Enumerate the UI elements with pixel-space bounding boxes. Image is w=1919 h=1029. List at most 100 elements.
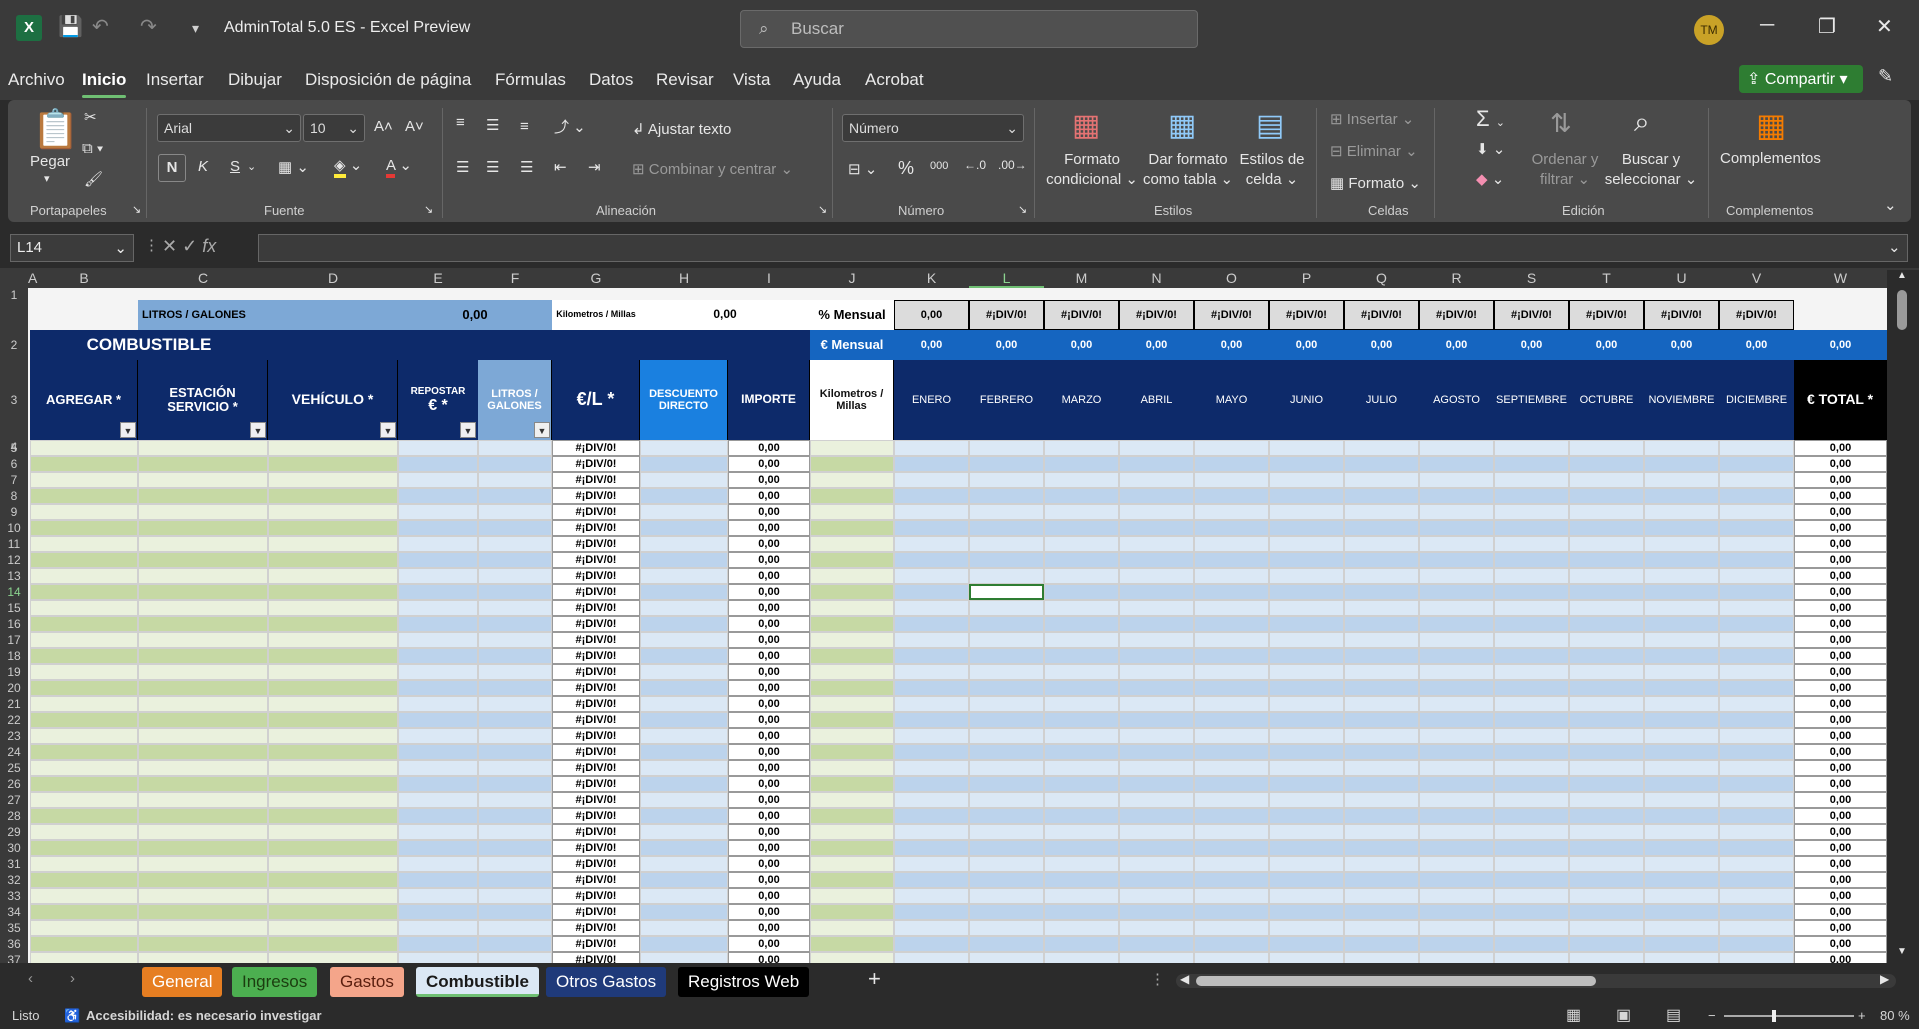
data-cell-month[interactable] — [969, 808, 1044, 824]
data-cell-month[interactable] — [969, 888, 1044, 904]
data-cell-month[interactable] — [1044, 760, 1119, 776]
data-cell-importe[interactable]: 0,00 — [728, 568, 810, 584]
data-cell-repostar[interactable] — [398, 472, 478, 488]
row-header-9[interactable]: 9 — [0, 504, 28, 520]
data-cell-month[interactable] — [1344, 440, 1419, 456]
data-cell-month[interactable] — [1569, 584, 1644, 600]
data-cell-month[interactable] — [894, 936, 969, 952]
data-cell-month[interactable] — [1044, 920, 1119, 936]
data-cell-month[interactable] — [1644, 856, 1719, 872]
data-cell-month[interactable] — [1419, 712, 1494, 728]
data-cell-month[interactable] — [1044, 696, 1119, 712]
data-cell-month[interactable] — [1644, 440, 1719, 456]
data-cell-el[interactable]: #¡DIV/0! — [552, 824, 640, 840]
data-cell-importe[interactable]: 0,00 — [728, 472, 810, 488]
data-cell-month[interactable] — [1194, 744, 1269, 760]
data-cell-repostar[interactable] — [398, 536, 478, 552]
data-cell-month[interactable] — [894, 824, 969, 840]
data-cell-month[interactable] — [1119, 632, 1194, 648]
data-cell-month[interactable] — [1269, 952, 1344, 963]
data-cell-km[interactable] — [810, 792, 894, 808]
data-cell-month[interactable] — [1569, 632, 1644, 648]
data-cell-month[interactable] — [1194, 920, 1269, 936]
data-cell-agregar[interactable] — [30, 616, 138, 632]
data-cell-month[interactable] — [1719, 712, 1794, 728]
data-cell-importe[interactable]: 0,00 — [728, 936, 810, 952]
data-cell-el[interactable]: #¡DIV/0! — [552, 888, 640, 904]
data-cell-month[interactable] — [1494, 584, 1569, 600]
row-header-8[interactable]: 8 — [0, 488, 28, 504]
pct-month-value[interactable]: #¡DIV/0! — [1719, 300, 1794, 330]
cut-icon[interactable]: ✂ — [84, 108, 97, 126]
data-cell-el[interactable]: #¡DIV/0! — [552, 600, 640, 616]
data-cell-vehiculo[interactable] — [268, 664, 398, 680]
data-cell-vehiculo[interactable] — [268, 696, 398, 712]
data-cell-month[interactable] — [1569, 760, 1644, 776]
data-cell-importe[interactable]: 0,00 — [728, 904, 810, 920]
data-cell-month[interactable] — [969, 664, 1044, 680]
data-cell-el[interactable]: #¡DIV/0! — [552, 840, 640, 856]
data-cell-agregar[interactable] — [30, 440, 138, 456]
data-cell-estacion[interactable] — [138, 728, 268, 744]
data-cell-agregar[interactable] — [30, 632, 138, 648]
data-cell-agregar[interactable] — [30, 600, 138, 616]
collapse-ribbon-icon[interactable]: ⌄ — [1884, 196, 1897, 214]
data-cell-month[interactable] — [1044, 472, 1119, 488]
data-cell-litros[interactable] — [478, 936, 552, 952]
data-cell-month[interactable] — [1569, 952, 1644, 963]
data-cell-estacion[interactable] — [138, 904, 268, 920]
row-header-31[interactable]: 31 — [0, 856, 28, 872]
row-header-10[interactable]: 10 — [0, 520, 28, 536]
data-cell-total[interactable]: 0,00 — [1794, 600, 1887, 616]
data-cell-month[interactable] — [1119, 808, 1194, 824]
data-cell-month[interactable] — [1119, 712, 1194, 728]
data-cell-month[interactable] — [1569, 712, 1644, 728]
data-cell-litros[interactable] — [478, 696, 552, 712]
data-cell-month[interactable] — [894, 632, 969, 648]
data-cell-month[interactable] — [1044, 872, 1119, 888]
menu-ayuda[interactable]: Ayuda — [793, 70, 841, 90]
data-cell-repostar[interactable] — [398, 792, 478, 808]
data-cell-descuento[interactable] — [640, 760, 728, 776]
column-header-S[interactable]: S — [1494, 270, 1569, 286]
data-cell-litros[interactable] — [478, 520, 552, 536]
data-cell-month[interactable] — [1344, 488, 1419, 504]
data-cell-month[interactable] — [1119, 648, 1194, 664]
data-cell-month[interactable] — [1044, 648, 1119, 664]
data-cell-month[interactable] — [1494, 728, 1569, 744]
font-name-select[interactable]: Arial ⌄ — [157, 114, 301, 142]
data-cell-agregar[interactable] — [30, 936, 138, 952]
data-cell-month[interactable] — [1719, 536, 1794, 552]
data-cell-month[interactable] — [969, 760, 1044, 776]
data-cell-month[interactable] — [969, 616, 1044, 632]
data-cell-month[interactable] — [1419, 904, 1494, 920]
data-cell-month[interactable] — [1644, 728, 1719, 744]
data-cell-month[interactable] — [1494, 824, 1569, 840]
data-cell-el[interactable]: #¡DIV/0! — [552, 552, 640, 568]
data-cell-month[interactable] — [1494, 680, 1569, 696]
pct-month-value[interactable]: #¡DIV/0! — [1494, 300, 1569, 330]
data-cell-month[interactable] — [1644, 840, 1719, 856]
data-cell-month[interactable] — [1569, 440, 1644, 456]
filter-dropdown-icon[interactable]: ▼ — [250, 422, 266, 438]
data-cell-agregar[interactable] — [30, 536, 138, 552]
copy-icon[interactable]: ⧉ ▾ — [82, 140, 103, 157]
data-cell-total[interactable]: 0,00 — [1794, 664, 1887, 680]
data-cell-month[interactable] — [1119, 744, 1194, 760]
insert-cells-button[interactable]: ⊞ Insertar ⌄ — [1330, 110, 1414, 128]
data-cell-total[interactable]: 0,00 — [1794, 552, 1887, 568]
data-cell-month[interactable] — [1194, 808, 1269, 824]
data-cell-month[interactable] — [1269, 600, 1344, 616]
data-cell-repostar[interactable] — [398, 600, 478, 616]
data-cell-month[interactable] — [969, 776, 1044, 792]
data-cell-estacion[interactable] — [138, 568, 268, 584]
data-cell-month[interactable] — [1194, 648, 1269, 664]
data-cell-month[interactable] — [1044, 456, 1119, 472]
data-cell-el[interactable]: #¡DIV/0! — [552, 504, 640, 520]
data-cell-month[interactable] — [894, 808, 969, 824]
menu-disposicion[interactable]: Disposición de página — [305, 70, 471, 90]
share-button[interactable]: ⇪ Compartir ▾ — [1739, 65, 1863, 93]
data-cell-vehiculo[interactable] — [268, 648, 398, 664]
data-cell-vehiculo[interactable] — [268, 824, 398, 840]
data-cell-repostar[interactable] — [398, 488, 478, 504]
